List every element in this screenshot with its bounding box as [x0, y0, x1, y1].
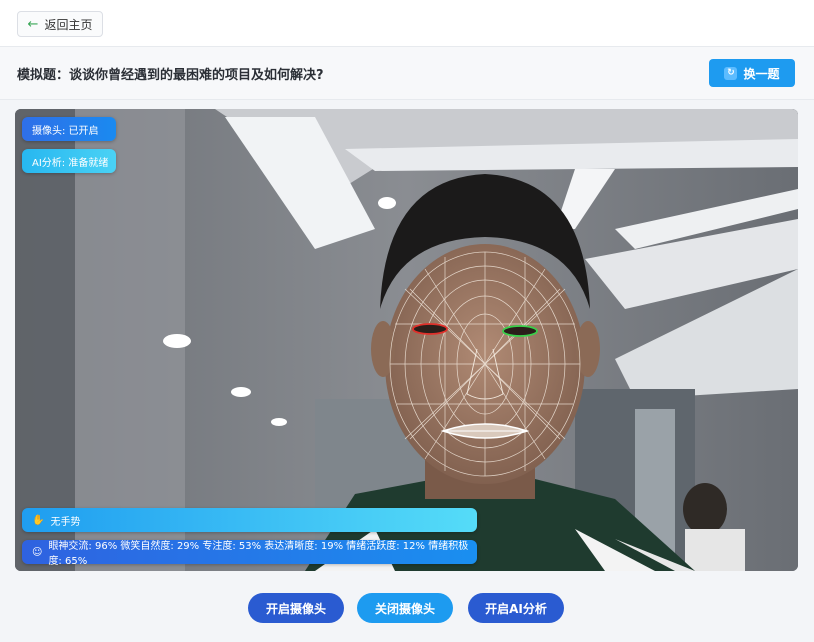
gesture-status-text: 无手势 [50, 516, 81, 528]
refresh-icon: ↻ [724, 66, 738, 80]
arrow-left-icon: ← [27, 16, 39, 32]
back-home-label: 返回主页 [44, 17, 93, 32]
question-bar: 模拟题：谈谈你曾经遇到的最困难的项目及如何解决? ↻ 换一题 [0, 47, 814, 100]
camera-video-feed: 摄像头: 已开启 AI分析: 准备就绪 ✋ 无手势 ☺ 眼神交流: 96% 微笑… [15, 109, 798, 571]
start-ai-analysis-button[interactable]: 开启AI分析 [468, 593, 564, 623]
swap-question-button[interactable]: ↻ 换一题 [709, 59, 795, 87]
camera-status-text: 摄像头: 已开启 [32, 125, 99, 137]
top-bar: ← 返回主页 [0, 0, 814, 47]
swap-question-label: 换一题 [743, 66, 780, 81]
ai-status-text: AI分析: 准备就绪 [32, 157, 109, 169]
analysis-metrics-bar: ☺ 眼神交流: 96% 微笑自然度: 29% 专注度: 53% 表达清晰度: 1… [22, 540, 477, 567]
open-camera-button[interactable]: 开启摄像头 [248, 593, 344, 623]
ai-status-badge: AI分析: 准备就绪 [22, 149, 116, 173]
camera-scene [15, 109, 798, 571]
camera-status-badge: 摄像头: 已开启 [22, 117, 116, 141]
analysis-metrics-text: 眼神交流: 96% 微笑自然度: 29% 专注度: 53% 表达清晰度: 19%… [48, 541, 469, 567]
question-title: 模拟题：谈谈你曾经遇到的最困难的项目及如何解决? [17, 68, 324, 83]
gesture-status-bar: ✋ 无手势 [22, 508, 477, 532]
back-home-button[interactable]: ← 返回主页 [17, 11, 103, 37]
hand-icon: ✋ [32, 514, 45, 526]
control-bar: 开启摄像头 关闭摄像头 开启AI分析 [0, 581, 814, 642]
smiley-icon: ☺ [32, 546, 43, 558]
close-camera-button[interactable]: 关闭摄像头 [357, 593, 453, 623]
